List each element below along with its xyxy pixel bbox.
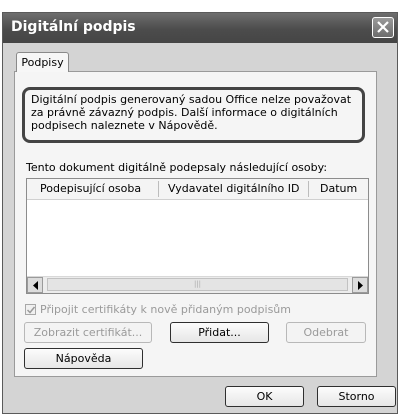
arrow-left-icon: [33, 281, 38, 290]
scroll-right-button[interactable]: [352, 277, 368, 293]
close-icon: [377, 21, 389, 33]
signers-list[interactable]: Podepisující osoba Vydavatel digitálního…: [26, 178, 369, 294]
signers-list-label: Tento dokument digitálně podepsaly násle…: [26, 161, 328, 174]
checkmark-icon: [27, 306, 35, 314]
column-header-signer[interactable]: Podepisující osoba: [40, 182, 141, 195]
close-button[interactable]: [372, 17, 394, 38]
help-button[interactable]: Nápověda: [24, 348, 143, 369]
window-title: Digitální podpis: [11, 19, 136, 35]
remove-button[interactable]: Odebrat: [286, 322, 366, 343]
attach-certificates-label: Připojit certifikáty k nově přidaným pod…: [40, 303, 291, 316]
title-bar[interactable]: Digitální podpis: [3, 13, 397, 43]
tab-podpisy[interactable]: Podpisy: [16, 52, 69, 72]
column-divider[interactable]: [158, 181, 159, 197]
scroll-left-button[interactable]: [27, 277, 43, 293]
arrow-right-icon: [358, 281, 363, 290]
notice-box: Digitální podpis generovaný sadou Office…: [22, 87, 365, 143]
view-certificate-button[interactable]: Zobrazit certifikát...: [24, 322, 152, 343]
tab-panel: Digitální podpis generovaný sadou Office…: [14, 71, 377, 377]
cancel-button[interactable]: Storno: [317, 386, 396, 407]
attach-certificates-checkbox[interactable]: [25, 304, 36, 315]
column-header-issuer[interactable]: Vydavatel digitálního ID: [168, 182, 299, 195]
list-header: Podepisující osoba Vydavatel digitálního…: [27, 179, 368, 200]
horizontal-scrollbar[interactable]: |||: [27, 276, 368, 293]
scroll-thumb[interactable]: |||: [47, 278, 348, 291]
add-button[interactable]: Přidat...: [170, 322, 269, 343]
column-header-date[interactable]: Datum: [320, 182, 357, 195]
column-divider[interactable]: [308, 181, 309, 197]
digital-signature-dialog: Digitální podpis Podpisy Digitální podpi…: [2, 12, 398, 414]
ok-button[interactable]: OK: [225, 386, 304, 407]
